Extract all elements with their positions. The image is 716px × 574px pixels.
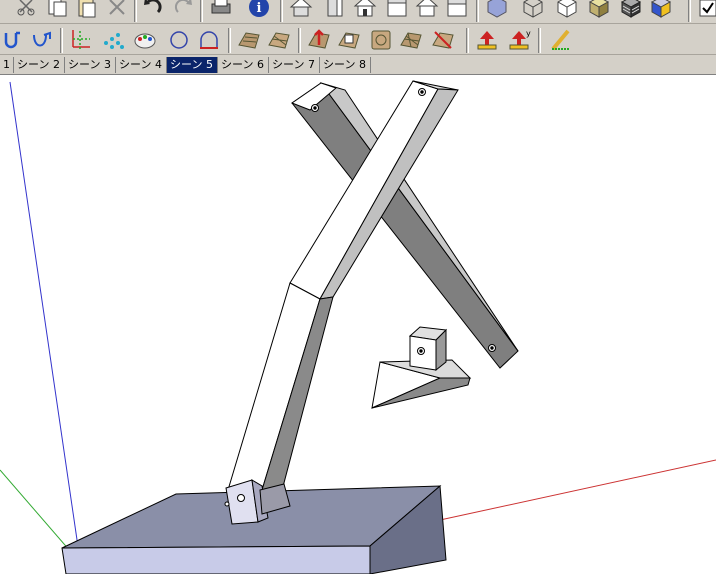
toolbar-separator bbox=[280, 0, 283, 22]
scene-tab-5[interactable]: シーン 5 bbox=[167, 57, 218, 73]
paste-icon[interactable] bbox=[74, 0, 100, 20]
scene-tab-2[interactable]: シーン 2 bbox=[14, 57, 65, 73]
sandbox-from-scratch-icon[interactable] bbox=[266, 27, 292, 53]
main-toolbar: i bbox=[0, 0, 716, 24]
svg-text:i: i bbox=[257, 1, 262, 16]
wireframe-icon[interactable] bbox=[520, 0, 546, 20]
red-axis bbox=[439, 459, 716, 521]
view-left-icon[interactable] bbox=[444, 0, 470, 20]
offset-icon[interactable] bbox=[30, 27, 56, 53]
print-icon[interactable] bbox=[208, 0, 234, 20]
checkbox-icon[interactable] bbox=[698, 0, 716, 20]
copy-icon[interactable] bbox=[44, 0, 70, 20]
pencil-ruler-icon[interactable] bbox=[548, 27, 574, 53]
redo-icon[interactable] bbox=[170, 0, 196, 20]
blue-axis bbox=[9, 81, 83, 574]
shaded-texture-icon[interactable] bbox=[618, 0, 644, 20]
view-back-icon[interactable] bbox=[414, 0, 440, 20]
toolbar-separator bbox=[228, 28, 231, 53]
toolbar-separator bbox=[134, 0, 137, 22]
scene-tab-7[interactable]: シーン 7 bbox=[269, 57, 320, 73]
scene-tabs: 1 シーン 2 シーン 3 シーン 4 シーン 5 シーン 6 シーン 7 シー… bbox=[0, 55, 716, 75]
stamp-icon[interactable] bbox=[336, 27, 362, 53]
model-info-icon[interactable]: i bbox=[246, 0, 272, 20]
drawing-toolbar: y bbox=[0, 24, 716, 55]
monochrome-icon[interactable] bbox=[648, 0, 674, 20]
view-top-icon[interactable] bbox=[320, 0, 346, 20]
model-canvas bbox=[0, 80, 716, 574]
cut-icon[interactable] bbox=[14, 0, 40, 20]
scene-tab-3[interactable]: シーン 3 bbox=[65, 57, 116, 73]
wedge-block[interactable] bbox=[371, 326, 472, 409]
smoove-icon[interactable] bbox=[306, 27, 332, 53]
view-right-icon[interactable] bbox=[384, 0, 410, 20]
front-arm-lower[interactable] bbox=[227, 282, 334, 499]
orbit-yellow-icon[interactable]: y bbox=[506, 27, 532, 53]
toolbar-separator bbox=[60, 28, 63, 53]
scene-tab-4[interactable]: シーン 4 bbox=[116, 57, 167, 73]
view-iso-icon[interactable] bbox=[288, 0, 314, 20]
toolbar-separator bbox=[466, 28, 469, 53]
view-front-icon[interactable] bbox=[352, 0, 378, 20]
xray-icon[interactable] bbox=[484, 0, 510, 20]
scene-tab-6[interactable]: シーン 6 bbox=[218, 57, 269, 73]
toolbar-separator bbox=[538, 28, 541, 53]
hidden-line-icon[interactable] bbox=[554, 0, 580, 20]
grid-points-icon[interactable] bbox=[100, 27, 126, 53]
toolbar-separator bbox=[200, 0, 203, 22]
drape-icon[interactable] bbox=[368, 27, 394, 53]
undo-icon[interactable] bbox=[140, 0, 166, 20]
circle-icon[interactable] bbox=[166, 27, 192, 53]
add-detail-icon[interactable] bbox=[398, 27, 424, 53]
flip-edge-icon[interactable] bbox=[430, 27, 456, 53]
erase-icon[interactable] bbox=[104, 0, 130, 20]
sandbox-from-contours-icon[interactable] bbox=[236, 27, 262, 53]
drawing-viewport[interactable] bbox=[0, 75, 716, 574]
shaded-icon[interactable] bbox=[586, 0, 612, 20]
svg-text:y: y bbox=[526, 29, 531, 38]
paint-bucket-icon[interactable] bbox=[132, 27, 158, 53]
scene-tab-8[interactable]: シーン 8 bbox=[320, 57, 371, 73]
axes-icon[interactable] bbox=[68, 27, 94, 53]
follow-me-icon[interactable] bbox=[2, 27, 28, 53]
arc-icon[interactable] bbox=[196, 27, 222, 53]
toolbar-separator bbox=[476, 0, 479, 22]
orbit-red-icon[interactable] bbox=[474, 27, 500, 53]
toolbar-separator bbox=[688, 0, 691, 22]
scene-tab-1[interactable]: 1 bbox=[0, 57, 14, 73]
toolbar-separator bbox=[298, 28, 301, 53]
